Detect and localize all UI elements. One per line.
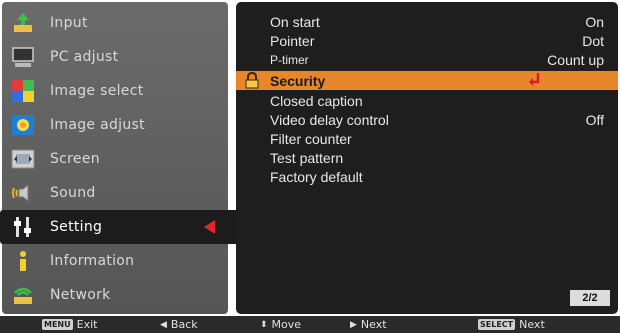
- menu-item-label: PC adjust: [50, 49, 119, 65]
- option-factory-default[interactable]: Factory default: [236, 167, 618, 186]
- option-label: Test pattern: [270, 149, 344, 166]
- option-label: Filter counter: [270, 130, 352, 147]
- menu-item-pc-adjust[interactable]: PC adjust: [8, 42, 230, 72]
- menu-item-network[interactable]: Network: [8, 280, 230, 310]
- menu-item-label: Sound: [50, 185, 96, 201]
- menu-item-label: Network: [50, 287, 111, 303]
- option-label: P-timer: [270, 52, 309, 67]
- option-label: On start: [270, 13, 320, 30]
- option-label: Closed caption: [270, 92, 363, 109]
- move-label: Move: [271, 318, 302, 331]
- selection-arrow-icon: [204, 220, 215, 234]
- option-label: Pointer: [270, 32, 315, 49]
- menu-item-sound[interactable]: Sound: [8, 178, 230, 208]
- exit-hint: MENU Exit: [42, 318, 97, 331]
- next-label: Next: [360, 318, 387, 331]
- option-value: On: [585, 13, 604, 30]
- menu-item-label: Information: [50, 253, 135, 269]
- back-hint: ◀ Back: [160, 318, 198, 331]
- image-adjust-icon: [10, 112, 36, 138]
- network-icon: [10, 282, 36, 308]
- left-arrow-icon: ◀: [160, 319, 167, 330]
- menu-item-image-adjust[interactable]: Image adjust: [8, 110, 230, 140]
- menu-item-label: Image adjust: [50, 117, 145, 133]
- menu-item-input[interactable]: Input: [8, 8, 230, 38]
- option-label: Security: [270, 72, 326, 89]
- menu-item-label: Image select: [50, 83, 144, 99]
- page-indicator: 2/2: [570, 290, 610, 306]
- menu-item-image-select[interactable]: Image select: [8, 76, 230, 106]
- next-hint: ▶ Next: [350, 318, 387, 331]
- footer-hint-bar: MENU Exit ◀ Back ⬍ Move ▶ Next SELECT Ne…: [0, 316, 620, 333]
- menu-item-label: Setting: [50, 219, 103, 235]
- menu-key-icon: MENU: [42, 319, 73, 330]
- option-value: Off: [585, 111, 604, 128]
- option-on-start[interactable]: On start On: [236, 12, 618, 31]
- option-video-delay-control[interactable]: Video delay control Off: [236, 110, 618, 129]
- up-down-arrow-icon: ⬍: [260, 319, 268, 330]
- information-icon: [10, 248, 36, 274]
- option-test-pattern[interactable]: Test pattern: [236, 148, 618, 167]
- image-select-icon: [10, 78, 36, 104]
- input-icon: [10, 10, 36, 36]
- option-closed-caption[interactable]: Closed caption: [236, 91, 618, 110]
- setting-icon: [10, 214, 36, 240]
- move-hint: ⬍ Move: [260, 318, 301, 331]
- menu-item-setting[interactable]: Setting: [0, 210, 236, 244]
- sound-icon: [10, 180, 36, 206]
- setting-submenu-panel: On start On Pointer Dot P-timer Count up…: [236, 2, 618, 314]
- option-label: Video delay control: [270, 111, 389, 128]
- option-value: Dot: [582, 32, 604, 49]
- enter-arrow-icon: [528, 72, 542, 91]
- menu-item-label: Input: [50, 15, 88, 31]
- option-security[interactable]: Security: [236, 71, 618, 90]
- pc-adjust-icon: [10, 44, 36, 70]
- option-value: Count up: [547, 51, 604, 68]
- select-next-label: Next: [519, 318, 545, 331]
- right-arrow-icon: ▶: [350, 319, 357, 330]
- select-key-icon: SELECT: [478, 319, 516, 330]
- back-label: Back: [170, 318, 198, 331]
- select-hint: SELECT Next: [478, 318, 545, 331]
- lock-icon: [244, 71, 260, 92]
- option-filter-counter[interactable]: Filter counter: [236, 129, 618, 148]
- option-pointer[interactable]: Pointer Dot: [236, 31, 618, 50]
- exit-label: Exit: [76, 318, 98, 331]
- screen-icon: [10, 146, 36, 172]
- option-label: Factory default: [270, 168, 363, 185]
- menu-item-screen[interactable]: Screen: [8, 144, 230, 174]
- menu-item-label: Screen: [50, 151, 100, 167]
- menu-item-information[interactable]: Information: [8, 246, 230, 276]
- option-p-timer[interactable]: P-timer Count up: [236, 50, 618, 69]
